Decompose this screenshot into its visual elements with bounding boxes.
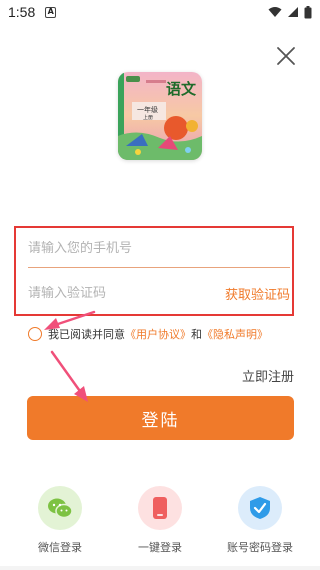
- phone-icon-wrap: [138, 486, 182, 530]
- code-field-row: 获取验证码: [28, 276, 290, 310]
- get-code-button[interactable]: 获取验证码: [225, 284, 290, 303]
- code-input[interactable]: [28, 285, 225, 301]
- agreement-checkbox[interactable]: [28, 327, 42, 341]
- wechat-icon-wrap: [38, 486, 82, 530]
- bottom-bar: [0, 566, 320, 570]
- one-click-login-button[interactable]: 一键登录: [115, 486, 205, 555]
- app-logo: 语文 一年级 上册: [118, 72, 202, 160]
- logo-title: 语文: [166, 80, 197, 98]
- status-icons: [268, 5, 312, 19]
- status-time: 1:58: [8, 4, 36, 20]
- a-icon: A: [45, 6, 57, 18]
- wechat-icon: [48, 498, 73, 519]
- logo-grade: 一年级: [137, 105, 158, 114]
- user-agreement-link[interactable]: 《用户协议》: [125, 326, 191, 342]
- phone-field-row: [28, 230, 290, 268]
- phone-icon: [153, 497, 167, 519]
- shield-icon: [250, 497, 270, 519]
- password-login-label: 账号密码登录: [227, 541, 293, 554]
- agreement-and: 和: [191, 328, 202, 341]
- phone-input[interactable]: [28, 241, 290, 256]
- privacy-link[interactable]: 《隐私声明》: [202, 326, 268, 342]
- login-button[interactable]: 登陆: [27, 396, 294, 440]
- close-icon: [277, 47, 295, 65]
- agreement-row: 我已阅读并同意 《用户协议》 和 《隐私声明》: [28, 326, 268, 342]
- register-link[interactable]: 立即注册: [242, 366, 294, 385]
- status-bar: 1:58 A: [0, 0, 320, 24]
- password-login-button[interactable]: 账号密码登录: [215, 486, 305, 555]
- shield-icon-wrap: [238, 486, 282, 530]
- battery-icon: [304, 5, 312, 18]
- login-methods: 微信登录 一键登录 账号密码登录: [0, 486, 320, 555]
- wifi-icon: [268, 7, 282, 17]
- agreement-prefix: 我已阅读并同意: [48, 328, 125, 341]
- phone-login-form: 获取验证码: [14, 226, 294, 316]
- wechat-login-label: 微信登录: [38, 541, 82, 554]
- close-button[interactable]: [274, 44, 298, 68]
- signal-icon: [288, 7, 298, 17]
- wechat-login-button[interactable]: 微信登录: [15, 486, 105, 555]
- one-click-login-label: 一键登录: [138, 541, 182, 554]
- logo-term: 上册: [143, 114, 153, 121]
